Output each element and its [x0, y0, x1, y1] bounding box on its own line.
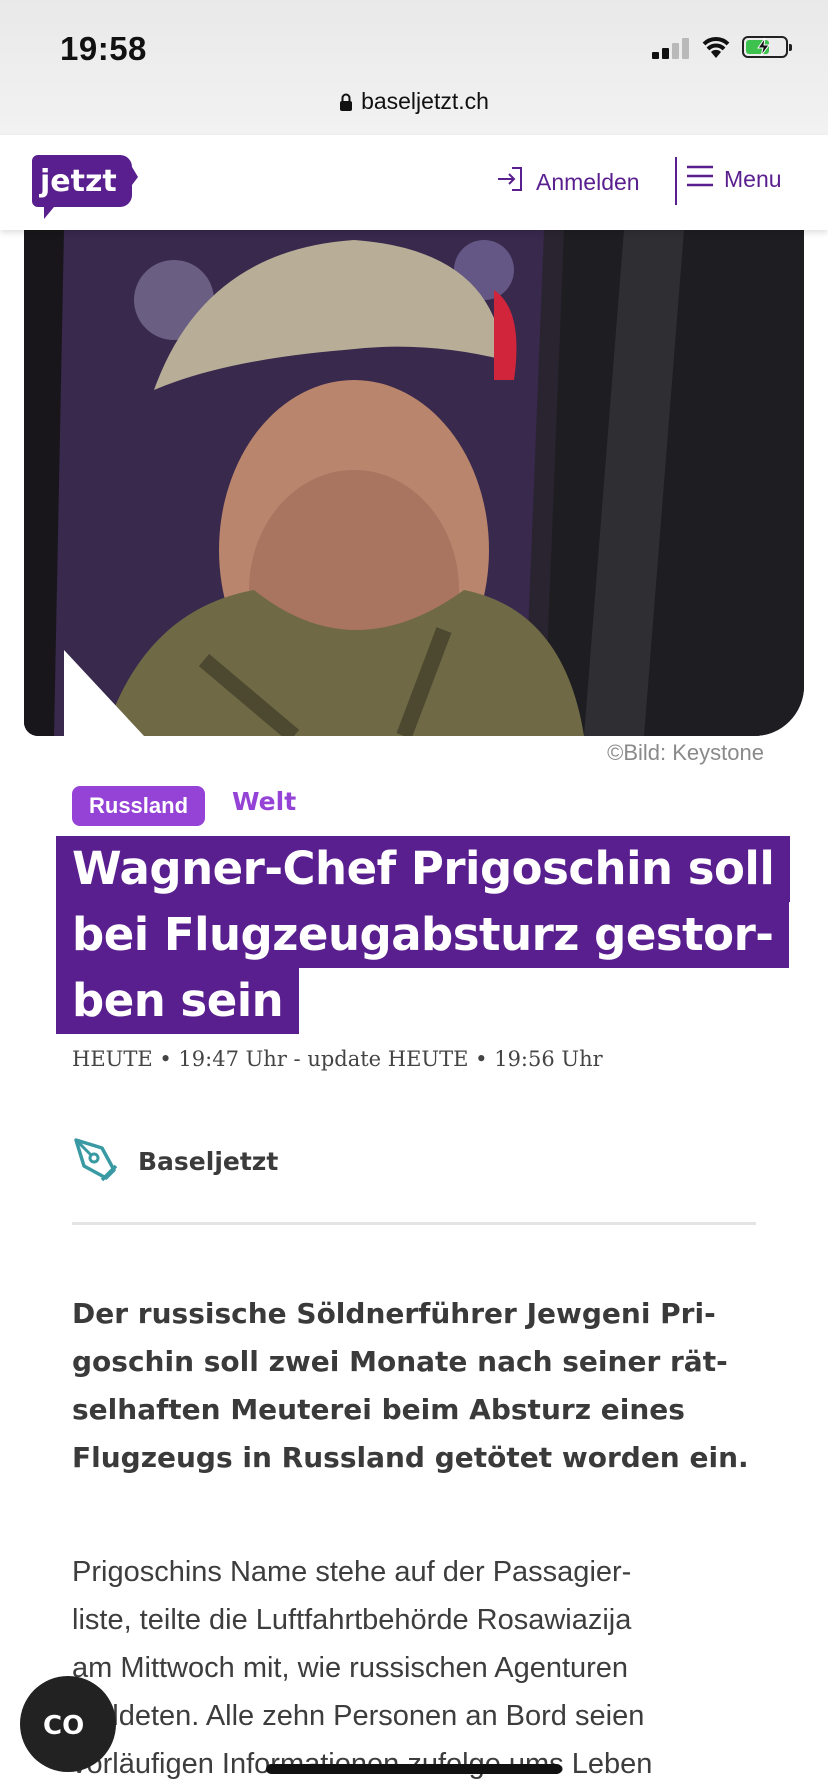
- article-lead: Der russische Söldnerführer Jewgeni Pri-…: [72, 1290, 772, 1482]
- category-tag-welt[interactable]: Welt: [232, 787, 296, 816]
- url-text: baseljetzt.ch: [361, 88, 489, 114]
- image-caption: ©Bild: Keystone: [607, 740, 764, 765]
- body-line: Prigoschins Name stehe auf der Passagier…: [72, 1556, 632, 1588]
- floating-button-label: CO: [43, 1711, 84, 1739]
- logo-text: jetzt: [39, 164, 117, 199]
- floating-action-button[interactable]: CO: [20, 1676, 116, 1772]
- author-name: Baseljetzt: [138, 1147, 279, 1176]
- login-button[interactable]: Anmelden: [496, 165, 640, 199]
- author-byline[interactable]: Baseljetzt: [72, 1136, 278, 1187]
- divider-line: [72, 1222, 756, 1225]
- body-line: liste, teilte die Luftfahrtbehörde Rosaw…: [72, 1604, 632, 1636]
- lead-line: goschin soll zwei Monate nach seiner rät…: [72, 1345, 728, 1378]
- lead-line: Flugzeugs in Russland getötet worden ein…: [72, 1441, 749, 1474]
- lead-line: Der russische Söldnerführer Jewgeni Pri-: [72, 1297, 716, 1330]
- cell-signal-icon: [652, 38, 689, 59]
- article-headline: Wagner-Chef Prigoschin soll bei Flugzeug…: [56, 836, 796, 1034]
- header-divider: [675, 157, 677, 205]
- home-indicator[interactable]: [266, 1764, 562, 1774]
- wifi-icon: [700, 34, 732, 65]
- clock: 19:58: [60, 30, 147, 67]
- publish-timestamp: HEUTE • 19:47 Uhr - update HEUTE • 19:56…: [72, 1047, 603, 1071]
- battery-icon: [742, 36, 792, 58]
- lock-icon: [339, 90, 353, 117]
- site-header: jetzt Anmelden Menu: [0, 135, 828, 230]
- body-line: am Mittwoch mit, wie russischen Agenture…: [72, 1652, 629, 1684]
- pen-icon: [72, 1136, 118, 1187]
- login-icon: [496, 165, 524, 199]
- login-label: Anmelden: [536, 168, 640, 195]
- hero-image: [24, 230, 804, 736]
- body-line: meldeten. Alle zehn Personen an Bord sei…: [72, 1700, 645, 1732]
- headline-line: ben sein: [56, 968, 300, 1034]
- lead-line: selhaften Meuterei beim Absturz eines: [72, 1393, 685, 1426]
- headline-line: Wagner-Chef Prigoschin soll: [56, 836, 791, 902]
- site-logo[interactable]: jetzt: [32, 155, 138, 224]
- hamburger-icon: [686, 165, 714, 193]
- address-bar[interactable]: baseljetzt.ch: [0, 88, 828, 117]
- browser-status-bar: 19:58 baseljetzt.ch: [0, 0, 828, 136]
- menu-button[interactable]: Menu: [686, 165, 782, 193]
- headline-line: bei Flugzeugabsturz gestor-: [56, 902, 790, 968]
- category-tag-russland[interactable]: Russland: [72, 786, 206, 826]
- menu-label: Menu: [724, 165, 782, 192]
- article-body: Prigoschins Name stehe auf der Passagier…: [72, 1548, 772, 1788]
